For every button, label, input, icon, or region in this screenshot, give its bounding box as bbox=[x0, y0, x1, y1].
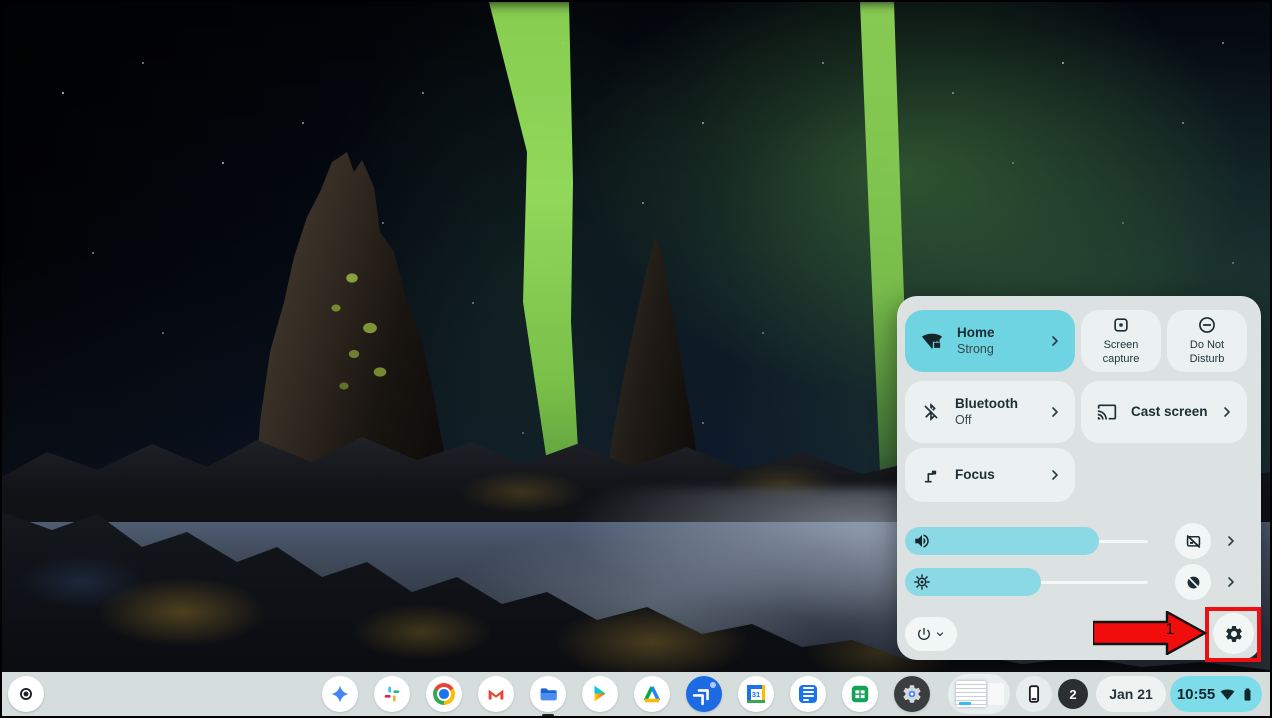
shelf-app-play-store[interactable] bbox=[582, 676, 618, 712]
chevron-right-icon bbox=[1047, 333, 1063, 349]
brightness-slider-fill bbox=[905, 568, 1041, 596]
minus-circle-icon bbox=[1197, 315, 1217, 335]
annotation-arrow bbox=[1093, 611, 1207, 655]
shelf-app-screencast[interactable] bbox=[686, 676, 722, 712]
chevron-down-icon bbox=[934, 628, 946, 640]
audio-output-toggle-button[interactable] bbox=[1175, 523, 1211, 559]
assistant-spark-icon bbox=[328, 682, 352, 706]
cast-screen-tile[interactable]: Cast screen bbox=[1081, 381, 1247, 443]
night-light-toggle-button[interactable] bbox=[1175, 564, 1211, 600]
screen-capture-label: Screen capture bbox=[1089, 339, 1153, 367]
speaker-icon bbox=[913, 532, 931, 550]
display-settings-chevron[interactable] bbox=[1223, 574, 1239, 590]
shelf-app-drive[interactable] bbox=[634, 676, 670, 712]
shelf: 31 bbox=[2, 672, 1270, 716]
bluetooth-state: Off bbox=[955, 413, 1018, 429]
settings-button[interactable] bbox=[1213, 613, 1254, 654]
shelf-app-files[interactable] bbox=[530, 676, 566, 712]
bluetooth-tile[interactable]: Bluetooth Off bbox=[905, 381, 1075, 443]
shelf-app-docs[interactable] bbox=[790, 676, 826, 712]
screen-capture-tile[interactable]: Screen capture bbox=[1081, 310, 1161, 372]
lamp-icon bbox=[921, 465, 941, 485]
screenshot-preview-ghost bbox=[988, 683, 1004, 705]
display-off-icon bbox=[1184, 532, 1203, 551]
wifi-lock-icon bbox=[921, 330, 943, 352]
screenshot-preview-accent bbox=[959, 702, 971, 705]
launcher-button[interactable] bbox=[8, 676, 44, 712]
phone-icon bbox=[1023, 683, 1045, 705]
calendar-day: 31 bbox=[747, 685, 765, 703]
phone-hub-button[interactable] bbox=[1016, 676, 1052, 712]
calendar-icon: 31 bbox=[747, 685, 765, 703]
do-not-disturb-tile[interactable]: Do Not Disturb bbox=[1167, 310, 1247, 372]
network-tile[interactable]: Home Strong bbox=[905, 310, 1075, 372]
running-app-indicator bbox=[542, 714, 554, 716]
screencast-icon bbox=[686, 676, 722, 712]
play-store-icon bbox=[589, 683, 611, 705]
date-label: Jan 21 bbox=[1109, 686, 1153, 702]
shelf-app-slack[interactable] bbox=[374, 676, 410, 712]
battery-icon bbox=[1240, 687, 1255, 702]
gear-icon bbox=[1224, 624, 1244, 644]
cast-icon bbox=[1097, 402, 1117, 422]
network-strength: Strong bbox=[957, 342, 995, 358]
status-tray[interactable]: 10:55 bbox=[1170, 676, 1262, 712]
audio-settings-chevron[interactable] bbox=[1223, 533, 1239, 549]
bluetooth-off-icon bbox=[921, 402, 941, 422]
bluetooth-title: Bluetooth bbox=[955, 396, 1018, 413]
screen: Home Strong Screen capture Do Not Di bbox=[0, 0, 1272, 718]
chrome-icon bbox=[433, 683, 455, 705]
chevron-right-icon bbox=[1047, 467, 1063, 483]
brightness-slider[interactable] bbox=[905, 568, 1148, 596]
screenshot-icon bbox=[1111, 315, 1131, 335]
sheets-icon bbox=[849, 683, 871, 705]
gmail-icon bbox=[485, 683, 507, 705]
calendar-date-button[interactable]: Jan 21 bbox=[1096, 676, 1166, 712]
shelf-apps: 31 bbox=[322, 676, 930, 712]
docs-icon bbox=[799, 685, 817, 703]
notification-counter[interactable]: 2 bbox=[1058, 679, 1088, 709]
network-name: Home bbox=[957, 325, 995, 342]
drive-icon bbox=[641, 683, 663, 705]
shelf-app-gmail[interactable] bbox=[478, 676, 514, 712]
power-button[interactable] bbox=[905, 617, 957, 651]
annotation-step-label: 1 bbox=[1159, 621, 1181, 639]
quick-settings-panel: Home Strong Screen capture Do Not Di bbox=[897, 296, 1261, 660]
holding-space-button[interactable] bbox=[948, 674, 1010, 714]
volume-slider[interactable] bbox=[905, 527, 1148, 555]
cast-screen-label: Cast screen bbox=[1131, 404, 1208, 421]
power-icon bbox=[916, 626, 932, 642]
wifi-icon bbox=[1220, 687, 1235, 702]
shelf-app-calendar[interactable]: 31 bbox=[738, 676, 774, 712]
sun-icon bbox=[913, 573, 931, 591]
shelf-app-assistant[interactable] bbox=[322, 676, 358, 712]
slack-icon bbox=[380, 682, 404, 706]
shelf-app-sheets[interactable] bbox=[842, 676, 878, 712]
do-not-disturb-label: Do Not Disturb bbox=[1181, 339, 1233, 367]
focus-tile[interactable]: Focus bbox=[905, 448, 1075, 502]
desktop: Home Strong Screen capture Do Not Di bbox=[2, 2, 1270, 716]
shelf-app-settings[interactable] bbox=[894, 676, 930, 712]
focus-label: Focus bbox=[955, 467, 995, 484]
chevron-right-icon bbox=[1219, 404, 1235, 420]
night-light-off-icon bbox=[1184, 573, 1203, 592]
gear-icon bbox=[901, 683, 923, 705]
files-folder-icon bbox=[536, 682, 560, 706]
chevron-right-icon bbox=[1047, 404, 1063, 420]
shelf-app-chrome[interactable] bbox=[426, 676, 462, 712]
notification-count: 2 bbox=[1069, 687, 1076, 702]
launcher-icon bbox=[13, 681, 39, 707]
clock: 10:55 bbox=[1177, 686, 1215, 703]
volume-slider-fill bbox=[905, 527, 1099, 555]
